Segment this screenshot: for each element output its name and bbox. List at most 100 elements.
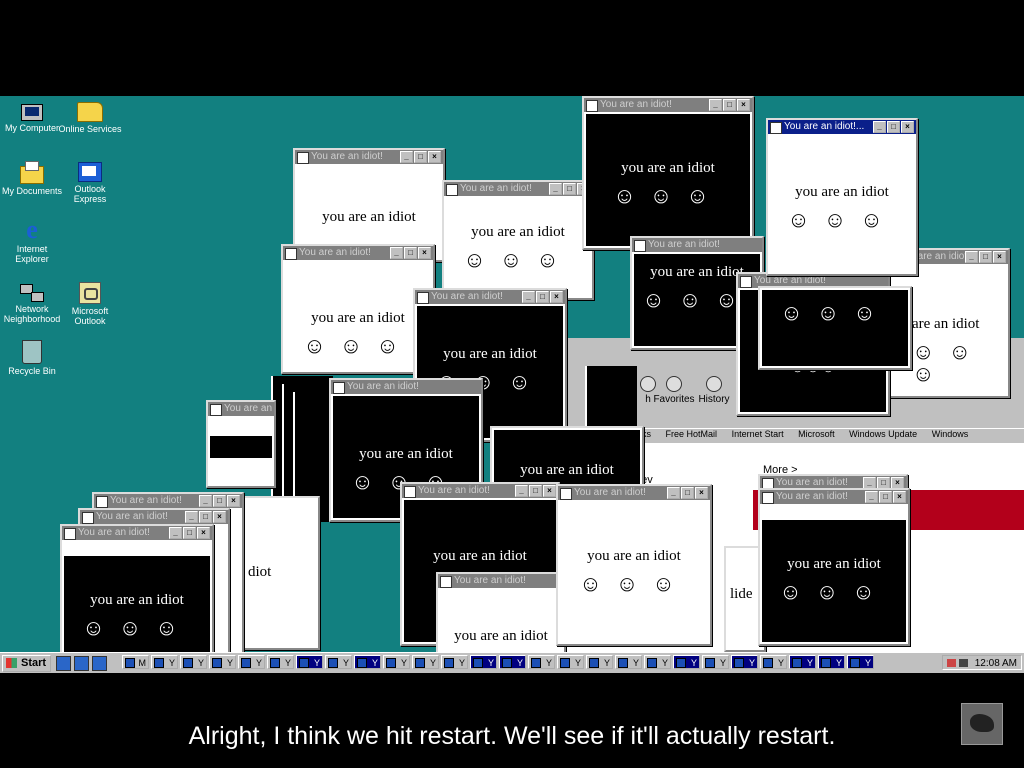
minimize-button[interactable]: _	[185, 511, 198, 523]
taskbar-task-button[interactable]: Y	[644, 655, 671, 669]
close-button[interactable]: ×	[227, 495, 240, 507]
idiot-popup[interactable]: you are an idiot	[490, 426, 644, 490]
clock[interactable]: 12:08 AM	[975, 658, 1017, 669]
desktop-icon-my-computer[interactable]: My Computer	[0, 100, 64, 133]
minimize-button[interactable]: _	[549, 183, 562, 195]
idiot-popup[interactable]: You are an idiot! _□× you are an idiot ☺…	[582, 96, 754, 250]
maximize-button[interactable]: □	[529, 485, 542, 497]
idiot-popup[interactable]: You are an idiot! _□× you are an idiot ☺…	[556, 484, 712, 646]
taskbar-task-button[interactable]: Y	[383, 655, 410, 669]
popup-titlebar[interactable]: You are an idiot!	[438, 574, 564, 588]
maximize-button[interactable]: □	[404, 247, 417, 259]
popup-titlebar[interactable]: You are an idiot!	[331, 380, 481, 394]
idiot-popup[interactable]: You are an idiot! _□× you are an idiot ☺…	[442, 180, 594, 300]
taskbar-task-button[interactable]: Y	[760, 655, 787, 669]
close-button[interactable]: ×	[213, 511, 226, 523]
close-button[interactable]: ×	[993, 251, 1006, 263]
idiot-popup[interactable]: You are an idiot!	[206, 400, 276, 488]
close-button[interactable]: ×	[428, 151, 441, 163]
minimize-button[interactable]: _	[199, 495, 212, 507]
popup-titlebar[interactable]: You are an idiot!	[632, 238, 762, 252]
close-button[interactable]: ×	[550, 291, 563, 303]
taskbar-task-button[interactable]: Y	[267, 655, 294, 669]
taskbar-task-button[interactable]: Y	[847, 655, 874, 669]
idiot-popup[interactable]: You are an idiot! _□× you are an idiot ☺…	[758, 488, 910, 646]
taskbar-task-button[interactable]: Y	[325, 655, 352, 669]
minimize-button[interactable]: _	[865, 491, 878, 503]
close-button[interactable]: ×	[737, 99, 750, 111]
maximize-button[interactable]: □	[199, 511, 212, 523]
show-desktop-icon[interactable]	[56, 656, 71, 671]
minimize-button[interactable]: _	[515, 485, 528, 497]
idiot-popup[interactable]: You are an idiot! _□× you are an idiot ☺…	[60, 524, 214, 652]
close-button[interactable]: ×	[418, 247, 431, 259]
tray-icon[interactable]	[947, 659, 956, 667]
maximize-button[interactable]: □	[887, 121, 900, 133]
desktop-icon-internet-explorer[interactable]: e Internet Explorer	[0, 217, 64, 265]
minimize-button[interactable]: _	[965, 251, 978, 263]
maximize-button[interactable]: □	[723, 99, 736, 111]
minimize-button[interactable]: _	[522, 291, 535, 303]
taskbar-task-button[interactable]: Y	[209, 655, 236, 669]
link-microsoft[interactable]: Microsoft	[798, 429, 835, 439]
minimize-button[interactable]: _	[709, 99, 722, 111]
close-button[interactable]: ×	[695, 487, 708, 499]
desktop-icon-online-services[interactable]: Online Services	[58, 98, 122, 134]
taskbar-task-button[interactable]: M	[122, 655, 149, 669]
taskbar-task-button[interactable]: Y	[673, 655, 700, 669]
taskbar-task-button[interactable]: Y	[296, 655, 323, 669]
idiot-popup[interactable]: diot	[240, 496, 320, 650]
desktop-icon-recycle-bin[interactable]: Recycle Bin	[0, 338, 64, 376]
taskbar-task-button[interactable]: Y	[702, 655, 729, 669]
minimize-button[interactable]: _	[169, 527, 182, 539]
idiot-popup-active[interactable]: You are an idiot!... _ □ × you are an idio…	[766, 118, 918, 276]
link-windows-update[interactable]: Windows Update	[849, 429, 917, 439]
desktop-icon-network-neighborhood[interactable]: Network Neighborhood	[0, 280, 64, 324]
taskbar-task-button[interactable]: Y	[354, 655, 381, 669]
taskbar-task-button[interactable]: Y	[151, 655, 178, 669]
taskbar-task-button[interactable]: Y	[412, 655, 439, 669]
idiot-popup[interactable]: You are an idiot! _□× you are an idiot ☺…	[281, 244, 435, 374]
desktop-icon-my-documents[interactable]: My Documents	[0, 160, 64, 196]
taskbar-task-button[interactable]: Y	[499, 655, 526, 669]
taskbar-task-button[interactable]: Y	[818, 655, 845, 669]
idiot-popup[interactable]: ☺☺☺	[758, 286, 912, 370]
taskbar-task-button[interactable]: Y	[731, 655, 758, 669]
minimize-button[interactable]: _	[390, 247, 403, 259]
link-internet-start[interactable]: Internet Start	[732, 429, 784, 439]
maximize-button[interactable]: □	[879, 491, 892, 503]
taskbar-task-button[interactable]: Y	[180, 655, 207, 669]
taskbar-task-button[interactable]: Y	[470, 655, 497, 669]
idiot-popup[interactable]: You are an idiot! you are an idiot	[436, 572, 566, 652]
maximize-button[interactable]: □	[563, 183, 576, 195]
taskbar-task-button[interactable]: Y	[557, 655, 584, 669]
link-windows[interactable]: Windows	[932, 429, 969, 439]
minimize-button[interactable]: _	[400, 151, 413, 163]
maximize-button[interactable]: □	[213, 495, 226, 507]
desktop-icon-microsoft-outlook[interactable]: Microsoft Outlook	[58, 280, 122, 326]
minimize-button[interactable]: _	[873, 121, 886, 133]
maximize-button[interactable]: □	[536, 291, 549, 303]
maximize-button[interactable]: □	[183, 527, 196, 539]
close-button[interactable]: ×	[197, 527, 210, 539]
maximize-button[interactable]: □	[979, 251, 992, 263]
minimize-button[interactable]: _	[667, 487, 680, 499]
outlook-express-icon[interactable]	[92, 656, 107, 671]
close-button[interactable]: ×	[543, 485, 556, 497]
volume-icon[interactable]	[959, 659, 968, 667]
maximize-button[interactable]: □	[681, 487, 694, 499]
taskbar-task-button[interactable]: Y	[586, 655, 613, 669]
taskbar-task-button[interactable]: Y	[528, 655, 555, 669]
history-button[interactable]: History	[689, 376, 739, 405]
taskbar-task-button[interactable]: Y	[615, 655, 642, 669]
taskbar-task-button[interactable]: Y	[441, 655, 468, 669]
desktop-icon-outlook-express[interactable]: Outlook Express	[58, 158, 122, 204]
internet-explorer-icon[interactable]	[74, 656, 89, 671]
maximize-button[interactable]: □	[414, 151, 427, 163]
taskbar-task-button[interactable]: Y	[238, 655, 265, 669]
taskbar-task-button[interactable]: Y	[789, 655, 816, 669]
close-button[interactable]: ×	[901, 121, 914, 133]
link-free-hotmail[interactable]: Free HotMail	[666, 429, 718, 439]
popup-titlebar[interactable]: You are an idiot!	[208, 402, 274, 416]
close-button[interactable]: ×	[893, 491, 906, 503]
